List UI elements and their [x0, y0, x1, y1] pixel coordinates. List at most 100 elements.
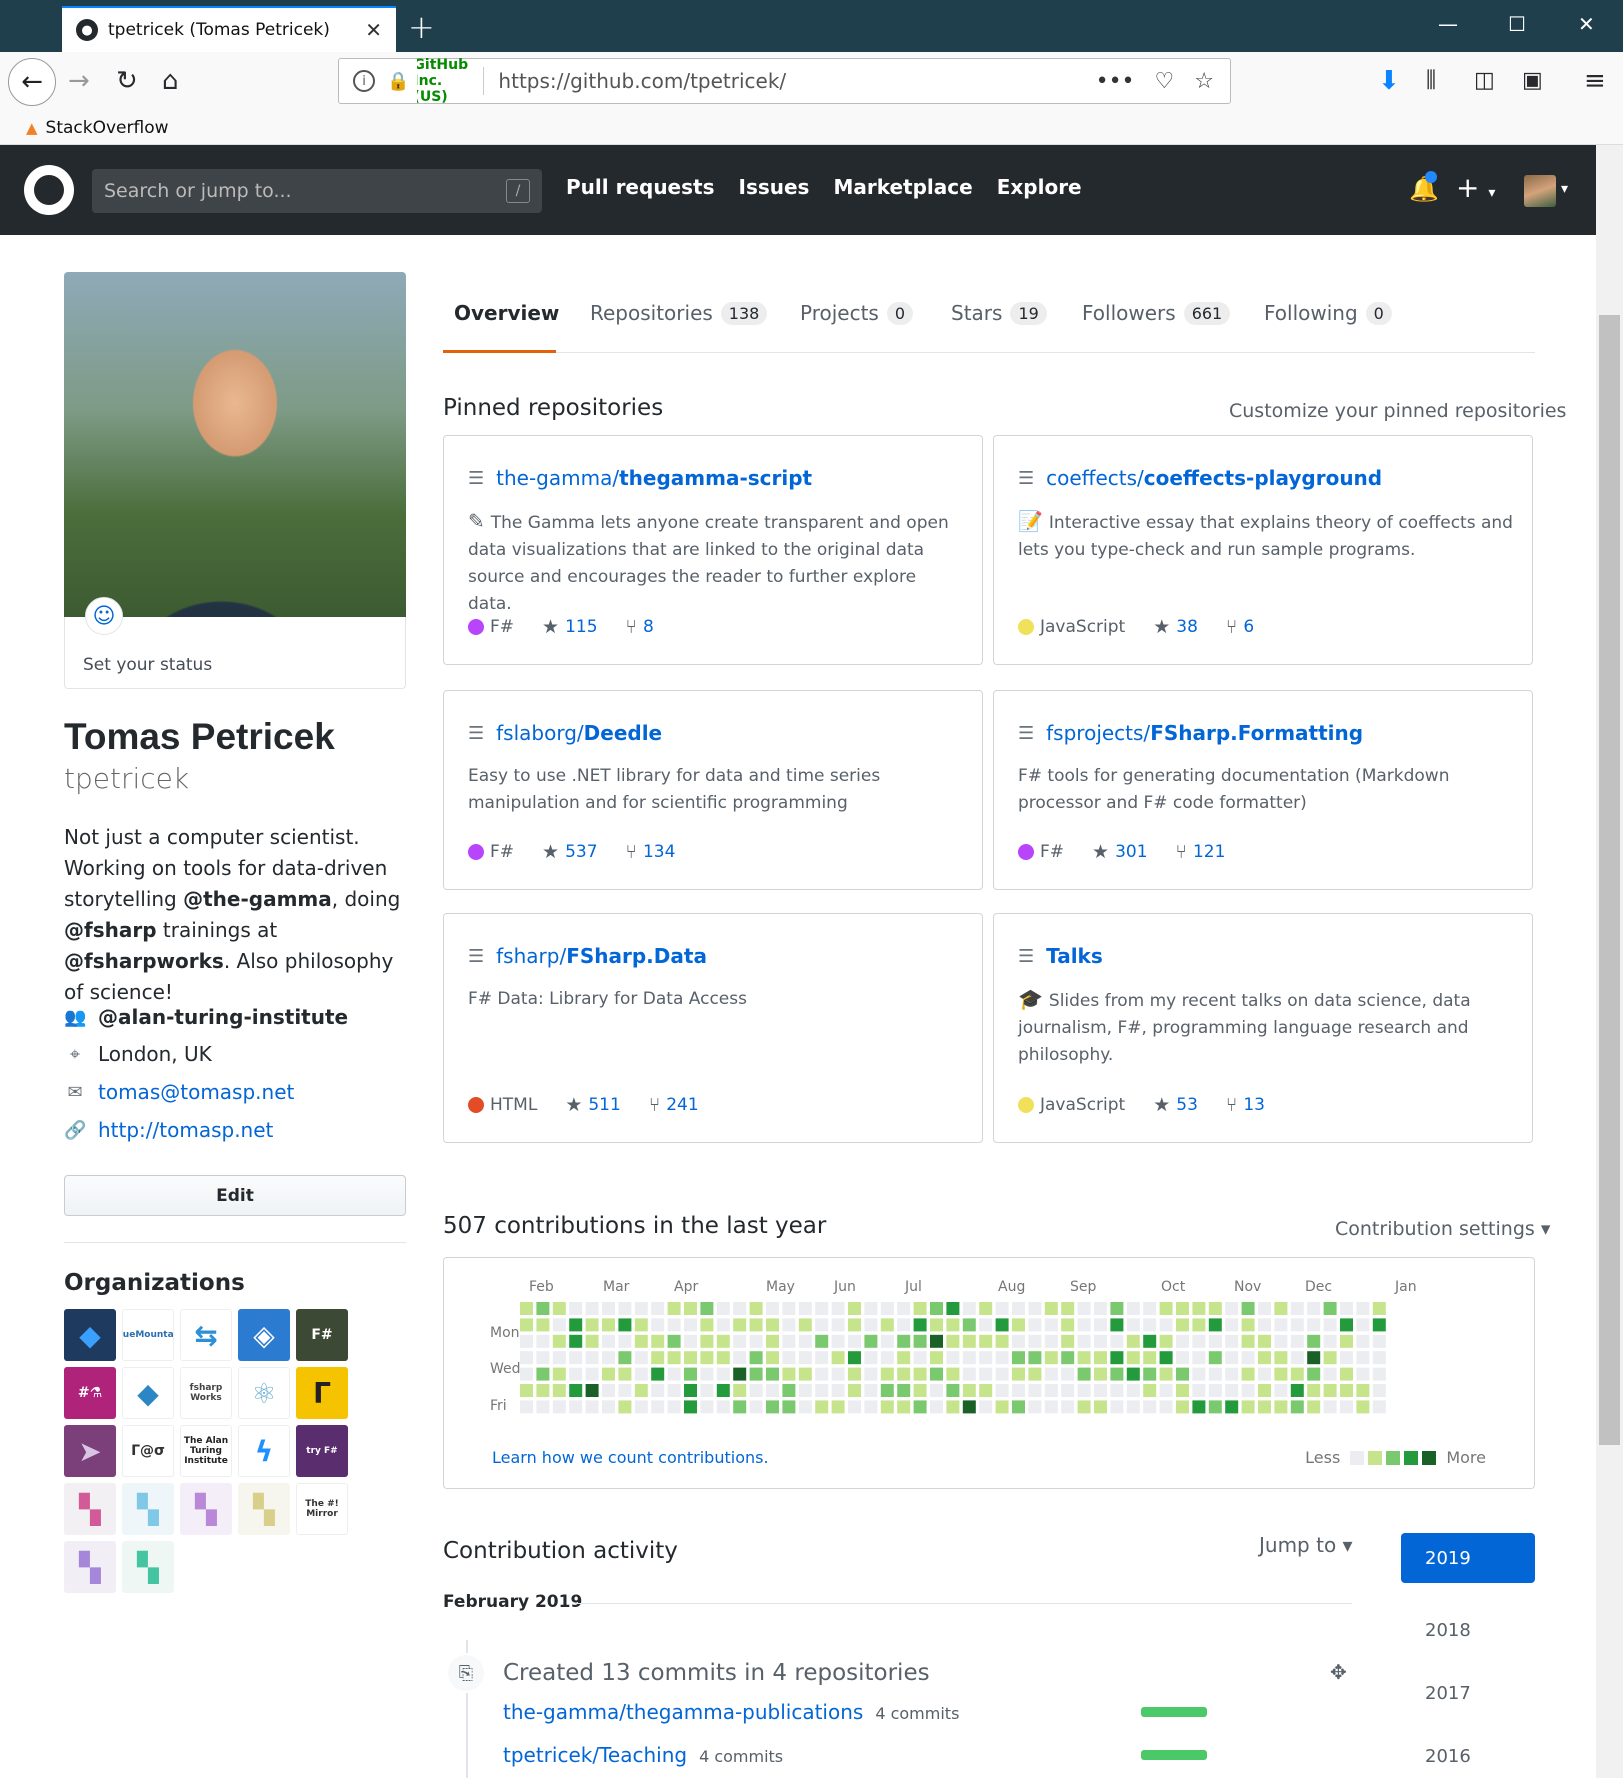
contribution-day[interactable] [1192, 1351, 1206, 1365]
contribution-day[interactable] [979, 1351, 993, 1365]
contribution-day[interactable] [1274, 1351, 1288, 1365]
customize-pinned-link[interactable]: Customize your pinned repositories [1229, 400, 1566, 422]
contribution-day[interactable] [913, 1367, 927, 1381]
tab-stars[interactable]: Stars 19 [951, 301, 1047, 325]
contribution-day[interactable] [536, 1318, 550, 1332]
contribution-day[interactable] [913, 1400, 927, 1414]
contribution-day[interactable] [634, 1302, 648, 1315]
contribution-day[interactable] [634, 1318, 648, 1332]
scrollbar[interactable] [1596, 145, 1623, 1778]
contribution-day[interactable] [684, 1384, 697, 1397]
contribution-day[interactable] [1307, 1351, 1321, 1365]
org-avatar[interactable]: ▚ [180, 1483, 232, 1535]
contribution-day[interactable] [733, 1334, 747, 1348]
repo-stars[interactable]: ★ 53 [1153, 1094, 1198, 1116]
contribution-day[interactable] [634, 1384, 648, 1397]
org-avatar[interactable]: ⇆ [180, 1309, 232, 1361]
contribution-day[interactable] [569, 1334, 583, 1348]
contribution-day[interactable] [1290, 1367, 1304, 1381]
org-avatar[interactable]: ▚ [122, 1541, 174, 1593]
org-avatar[interactable]: ◆ [64, 1309, 116, 1361]
contribution-day[interactable] [798, 1334, 812, 1348]
contribution-day[interactable] [1274, 1367, 1288, 1381]
contribution-day[interactable] [848, 1400, 861, 1414]
contribution-day[interactable] [1340, 1334, 1353, 1348]
contribution-day[interactable] [684, 1318, 697, 1332]
contribution-day[interactable] [1028, 1302, 1042, 1315]
contribution-day[interactable] [716, 1351, 730, 1365]
contribution-day[interactable] [667, 1367, 681, 1381]
contribution-day[interactable] [1323, 1318, 1337, 1332]
contribution-day[interactable] [831, 1351, 845, 1365]
contribution-day[interactable] [1340, 1384, 1353, 1397]
contribution-day[interactable] [1110, 1302, 1124, 1315]
contribution-day[interactable] [1307, 1400, 1321, 1414]
contribution-day[interactable] [1028, 1384, 1042, 1397]
contribution-day[interactable] [864, 1318, 878, 1332]
search-input[interactable] [104, 180, 506, 202]
contribution-day[interactable] [995, 1384, 1009, 1397]
contribution-day[interactable] [667, 1384, 681, 1397]
contribution-day[interactable] [864, 1302, 878, 1315]
contribution-day[interactable] [995, 1400, 1009, 1414]
contribution-day[interactable] [552, 1367, 566, 1381]
contribution-day[interactable] [880, 1400, 894, 1414]
contribution-day[interactable] [1241, 1384, 1255, 1397]
contribution-day[interactable] [1192, 1384, 1206, 1397]
github-logo-icon[interactable] [24, 165, 74, 215]
contribution-day[interactable] [897, 1351, 911, 1365]
contribution-day[interactable] [684, 1400, 697, 1414]
contribution-day[interactable] [1340, 1351, 1353, 1365]
contribution-day[interactable] [585, 1302, 599, 1315]
contribution-day[interactable] [1044, 1302, 1058, 1315]
contribution-day[interactable] [552, 1334, 566, 1348]
contribution-day[interactable] [536, 1302, 550, 1315]
contribution-day[interactable] [1192, 1302, 1206, 1315]
contribution-day[interactable] [1061, 1367, 1075, 1381]
contribution-day[interactable] [1258, 1400, 1271, 1414]
contribution-day[interactable] [995, 1367, 1009, 1381]
nav-pull-requests[interactable]: Pull requests [566, 175, 715, 199]
contribution-day[interactable] [520, 1351, 533, 1365]
contribution-day[interactable] [880, 1318, 894, 1332]
contribution-day[interactable] [520, 1318, 533, 1332]
sidebar-icon[interactable]: ◫ [1474, 68, 1495, 93]
contribution-day[interactable] [946, 1367, 960, 1381]
contribution-day[interactable] [880, 1367, 894, 1381]
contribution-day[interactable] [1340, 1302, 1353, 1315]
contribution-day[interactable] [1208, 1367, 1222, 1381]
contribution-day[interactable] [1077, 1302, 1091, 1315]
contribution-day[interactable] [602, 1400, 615, 1414]
contribution-day[interactable] [1126, 1302, 1140, 1315]
org-avatar[interactable]: The #! Mirror [296, 1483, 348, 1535]
repo-forks[interactable]: ⑂ 6 [1226, 616, 1254, 638]
contribution-day[interactable] [733, 1384, 747, 1397]
contribution-day[interactable] [733, 1302, 747, 1315]
contribution-day[interactable] [1372, 1384, 1386, 1397]
extension-icon[interactable]: ▣ [1522, 68, 1543, 93]
contribution-day[interactable] [1126, 1318, 1140, 1332]
contribution-day[interactable] [864, 1367, 878, 1381]
contribution-day[interactable] [1323, 1334, 1337, 1348]
contribution-day[interactable] [684, 1334, 697, 1348]
pinned-repo-name[interactable]: ☰ fslaborg/Deedle [468, 721, 662, 745]
contribution-day[interactable] [1192, 1400, 1206, 1414]
contribution-day[interactable] [749, 1318, 763, 1332]
contribution-day[interactable] [585, 1400, 599, 1414]
contribution-day[interactable] [1094, 1384, 1107, 1397]
contribution-day[interactable] [1241, 1302, 1255, 1315]
contribution-day[interactable] [1028, 1367, 1042, 1381]
year-2018[interactable]: 2018 [1425, 1620, 1471, 1641]
contribution-day[interactable] [1077, 1400, 1091, 1414]
contribution-day[interactable] [1241, 1400, 1255, 1414]
contribution-day[interactable] [798, 1302, 812, 1315]
contribution-day[interactable] [716, 1367, 730, 1381]
contribution-day[interactable] [1012, 1318, 1025, 1332]
pinned-repo-name[interactable]: ☰ fsharp/FSharp.Data [468, 944, 707, 968]
avatar-caret-icon[interactable]: ▾ [1561, 181, 1568, 197]
repo-forks[interactable]: ⑂ 241 [649, 1094, 699, 1116]
contribution-day[interactable] [569, 1351, 583, 1365]
contribution-day[interactable] [749, 1334, 763, 1348]
contribution-day[interactable] [700, 1400, 714, 1414]
contribution-day[interactable] [1372, 1302, 1386, 1315]
